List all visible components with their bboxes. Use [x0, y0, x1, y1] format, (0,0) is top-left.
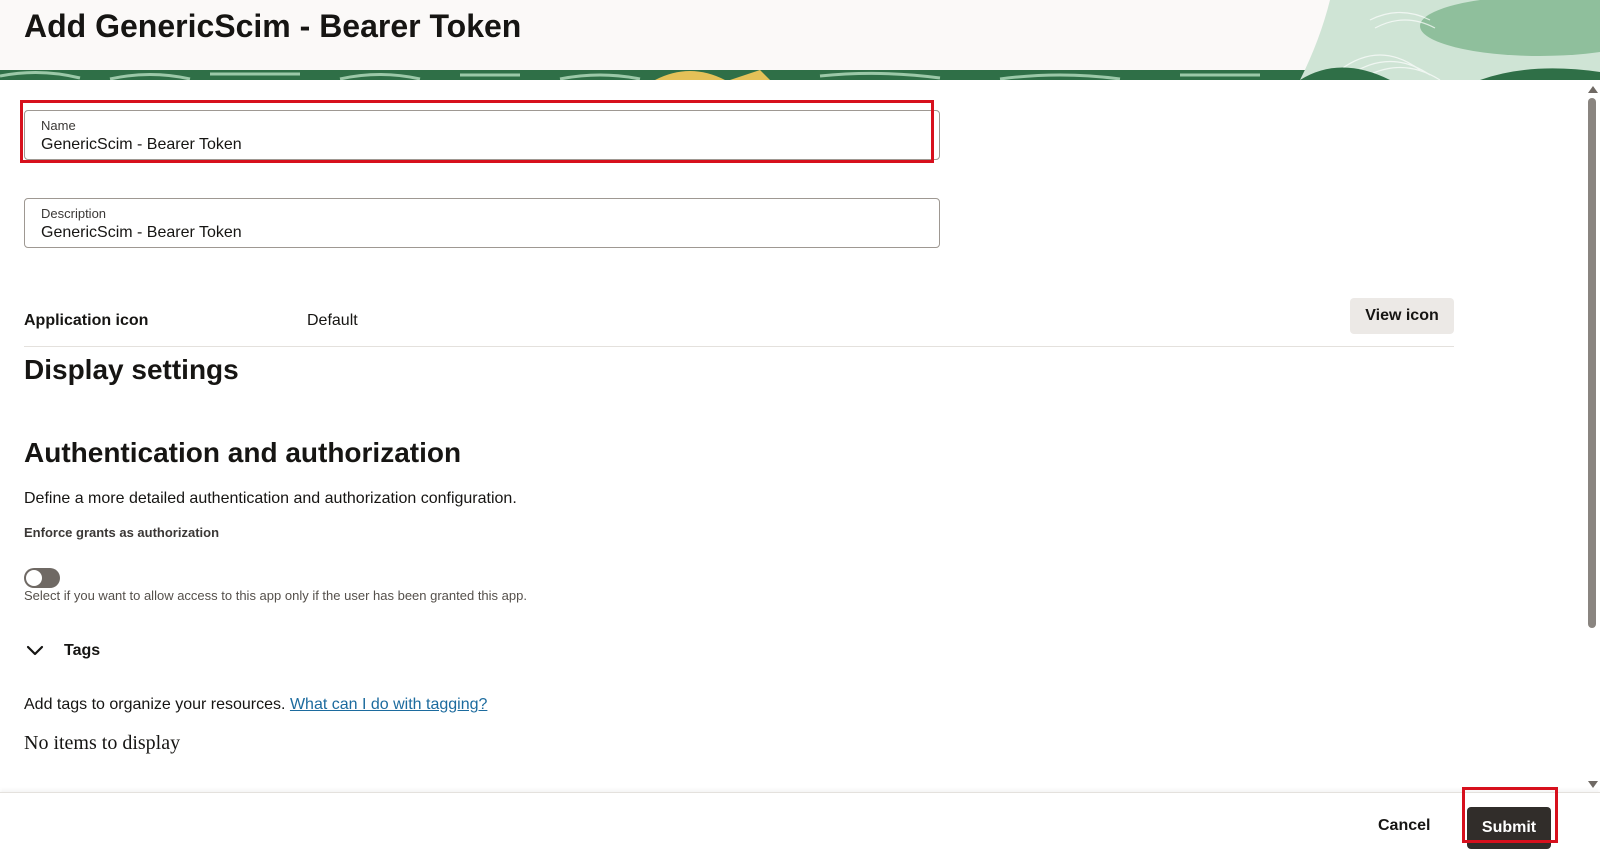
- name-input[interactable]: [41, 136, 921, 154]
- page-title: Add GenericScim - Bearer Token: [24, 8, 522, 44]
- name-field[interactable]: Name: [24, 110, 940, 160]
- application-icon-value: Default: [307, 312, 358, 329]
- tags-intro-line: Add tags to organize your resources. Wha…: [24, 696, 487, 714]
- submit-button[interactable]: Submit: [1467, 807, 1551, 849]
- tags-section-toggle[interactable]: Tags: [24, 640, 100, 662]
- tags-intro: Add tags to organize your resources.: [24, 696, 286, 713]
- add-application-page: Add GenericScim - Bearer Token Name Desc…: [0, 0, 1600, 858]
- description-input[interactable]: [41, 224, 921, 242]
- toggle-knob: [26, 570, 42, 586]
- scroll-down-arrow-icon[interactable]: [1588, 781, 1598, 788]
- form-footer: Cancel Submit: [0, 787, 1600, 858]
- application-icon-row: Application icon Default View icon: [24, 290, 1454, 347]
- auth-description: Define a more detailed authentication an…: [24, 490, 517, 507]
- cancel-button[interactable]: Cancel: [1366, 807, 1442, 845]
- tagging-help-link[interactable]: What can I do with tagging?: [290, 696, 487, 713]
- auth-heading: Authentication and authorization: [24, 437, 462, 468]
- view-icon-button[interactable]: View icon: [1350, 298, 1454, 334]
- description-field[interactable]: Description: [24, 198, 940, 248]
- chevron-down-icon: [26, 645, 44, 656]
- vertical-scrollbar[interactable]: [1584, 80, 1600, 792]
- description-field-label: Description: [41, 206, 107, 221]
- tags-empty-text: No items to display: [24, 732, 181, 754]
- scroll-thumb[interactable]: [1588, 98, 1596, 628]
- name-field-label: Name: [41, 118, 76, 133]
- tags-label: Tags: [64, 642, 101, 659]
- application-icon-label: Application icon: [24, 312, 149, 329]
- scroll-up-arrow-icon[interactable]: [1588, 86, 1598, 93]
- enforce-grants-toggle[interactable]: [24, 568, 60, 588]
- enforce-grants-help: Select if you want to allow access to th…: [24, 588, 527, 603]
- display-settings-heading: Display settings: [24, 354, 239, 385]
- enforce-grants-label: Enforce grants as authorization: [24, 525, 220, 540]
- page-header: Add GenericScim - Bearer Token: [0, 0, 1600, 80]
- form-content: Name Description Application icon Defaul…: [0, 80, 1584, 792]
